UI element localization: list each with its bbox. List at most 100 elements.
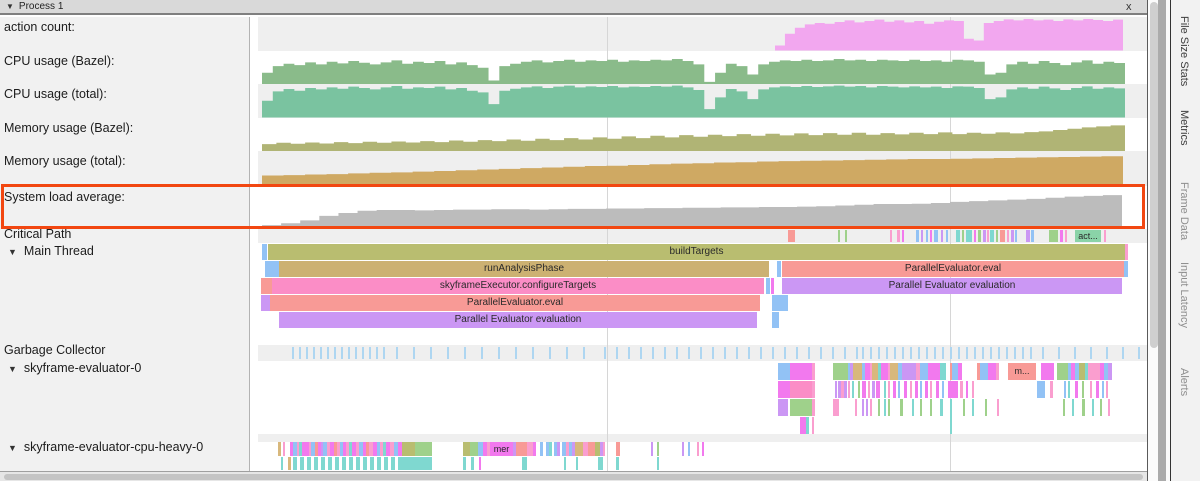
- skyframe-evaluator-slice[interactable]: [1092, 399, 1094, 416]
- gc-event-tick[interactable]: [1106, 347, 1108, 359]
- gc-event-tick[interactable]: [886, 347, 888, 359]
- gc-event-tick[interactable]: [1006, 347, 1008, 359]
- skyframe-evaluator-slice[interactable]: [985, 399, 987, 416]
- skyframe-evaluator-slice[interactable]: [790, 363, 812, 380]
- gc-event-tick[interactable]: [348, 347, 350, 359]
- gc-event-tick[interactable]: [942, 347, 944, 359]
- gc-event-tick[interactable]: [870, 347, 872, 359]
- gc-event-tick[interactable]: [1022, 347, 1024, 359]
- cpu-heavy-slice-labeled-span[interactable]: mer: [490, 442, 513, 456]
- main-thread-slice[interactable]: [777, 261, 781, 277]
- cpu-heavy-slice[interactable]: [391, 457, 395, 470]
- skyframe-evaluator-slice[interactable]: [862, 399, 864, 416]
- skyframe-evaluator-slice[interactable]: [868, 381, 870, 398]
- gc-event-tick[interactable]: [292, 347, 294, 359]
- gc-event-tick[interactable]: [1122, 347, 1124, 359]
- main-thread-slice[interactable]: [262, 244, 267, 260]
- skyframe-evaluator-slice[interactable]: [778, 399, 788, 416]
- main-thread-slice-labeled-span[interactable]: Parallel Evaluator evaluation: [782, 278, 1122, 294]
- gc-event-tick[interactable]: [566, 347, 568, 359]
- skyframe-evaluator-slice[interactable]: [852, 381, 854, 398]
- main-thread-slice[interactable]: [766, 278, 770, 294]
- skyframe-evaluator-slice[interactable]: [790, 381, 812, 398]
- gc-event-tick[interactable]: [736, 347, 738, 359]
- gc-event-tick[interactable]: [334, 347, 336, 359]
- skyframe-evaluator-slice[interactable]: [1063, 399, 1065, 416]
- cpu-heavy-slice[interactable]: [651, 442, 653, 456]
- skyframe-evaluator-slice[interactable]: [1102, 381, 1104, 398]
- cpu-heavy-slice[interactable]: [516, 442, 527, 456]
- critical-path-slice[interactable]: [890, 230, 892, 242]
- skyframe-evaluator-slice[interactable]: [876, 381, 880, 398]
- skyframe-evaluator-slice[interactable]: [853, 363, 862, 380]
- expand-arrow-icon[interactable]: ▼: [8, 443, 17, 453]
- gc-event-tick[interactable]: [950, 347, 952, 359]
- cpu-heavy-slice[interactable]: [470, 442, 478, 456]
- skyframe-evaluator-slice[interactable]: [848, 381, 850, 398]
- skyframe-evaluator-slice[interactable]: [912, 399, 914, 416]
- skyframe-evaluator-slice[interactable]: [1072, 399, 1074, 416]
- skyframe-evaluator-slice[interactable]: [884, 399, 886, 416]
- horizontal-scrollbar-thumb[interactable]: [4, 474, 1143, 480]
- skyframe-evaluator-slice[interactable]: [884, 381, 886, 398]
- gc-event-tick[interactable]: [430, 347, 432, 359]
- cpu-heavy-slice[interactable]: [356, 457, 360, 470]
- skyframe-evaluator-slice[interactable]: [888, 399, 890, 416]
- cpu-heavy-slice[interactable]: [588, 442, 595, 456]
- gc-event-tick[interactable]: [820, 347, 822, 359]
- skyframe-evaluator-slice[interactable]: [866, 399, 868, 416]
- critical-path-slice[interactable]: [990, 230, 994, 242]
- critical-path-slice[interactable]: [838, 230, 840, 242]
- skyframe-evaluator-slice[interactable]: [960, 381, 963, 398]
- cpu-heavy-slice[interactable]: [697, 442, 699, 456]
- cpu-heavy-slice[interactable]: [349, 457, 353, 470]
- gc-event-tick[interactable]: [447, 347, 449, 359]
- cpu-heavy-slice[interactable]: [564, 457, 566, 470]
- gc-event-tick[interactable]: [796, 347, 798, 359]
- critical-path-slice[interactable]: [1000, 230, 1005, 242]
- gc-event-tick[interactable]: [700, 347, 702, 359]
- side-tab-metrics[interactable]: Metrics: [1178, 110, 1190, 145]
- skyframe-evaluator-slice[interactable]: [1064, 381, 1066, 398]
- gc-event-tick[interactable]: [396, 347, 398, 359]
- skyframe-evaluator-slice[interactable]: [988, 363, 996, 380]
- counter-track-cpu-usage-total[interactable]: [262, 84, 1125, 118]
- cpu-heavy-slice[interactable]: [576, 457, 578, 470]
- gc-event-tick[interactable]: [1014, 347, 1016, 359]
- critical-path-slice[interactable]: [1065, 230, 1067, 242]
- collapse-icon[interactable]: ▼: [6, 2, 14, 11]
- main-thread-slice[interactable]: [1125, 244, 1128, 260]
- main-thread-slice[interactable]: [772, 295, 788, 311]
- gc-event-tick[interactable]: [1058, 347, 1060, 359]
- gc-event-tick[interactable]: [688, 347, 690, 359]
- cpu-heavy-slice[interactable]: [463, 442, 470, 456]
- close-icon[interactable]: x: [1126, 1, 1132, 13]
- gc-event-tick[interactable]: [1042, 347, 1044, 359]
- cpu-heavy-slice[interactable]: [616, 442, 620, 456]
- critical-path-slice[interactable]: [1060, 230, 1063, 242]
- gc-event-tick[interactable]: [616, 347, 618, 359]
- skyframe-evaluator-slice[interactable]: [980, 363, 988, 380]
- gc-event-tick[interactable]: [464, 347, 466, 359]
- cpu-heavy-slice[interactable]: [283, 442, 285, 456]
- cpu-heavy-slice[interactable]: [321, 457, 325, 470]
- main-thread-slice[interactable]: [771, 278, 774, 294]
- cpu-heavy-slice[interactable]: [328, 457, 332, 470]
- skyframe-evaluator-slice[interactable]: [1090, 381, 1092, 398]
- critical-path-slice[interactable]: [1104, 230, 1106, 242]
- critical-path-slice-labeled-span[interactable]: act...: [1075, 230, 1101, 242]
- skyframe-evaluator-slice[interactable]: [972, 381, 974, 398]
- gc-event-tick[interactable]: [341, 347, 343, 359]
- skyframe-evaluator-slice[interactable]: [958, 363, 962, 380]
- critical-path-slice[interactable]: [983, 230, 986, 242]
- gc-event-tick[interactable]: [990, 347, 992, 359]
- skyframe-evaluator-slice[interactable]: [881, 363, 888, 380]
- vertical-scrollbar[interactable]: [1148, 0, 1170, 481]
- critical-path-slice[interactable]: [996, 230, 998, 242]
- skyframe-evaluator-slice[interactable]: [812, 381, 815, 398]
- skyframe-evaluator-slice[interactable]: [890, 363, 898, 380]
- gc-event-tick[interactable]: [878, 347, 880, 359]
- gc-event-tick[interactable]: [481, 347, 483, 359]
- main-thread-slice-labeled-span[interactable]: runAnalysisPhase: [279, 261, 769, 277]
- critical-path-slice[interactable]: [966, 230, 972, 242]
